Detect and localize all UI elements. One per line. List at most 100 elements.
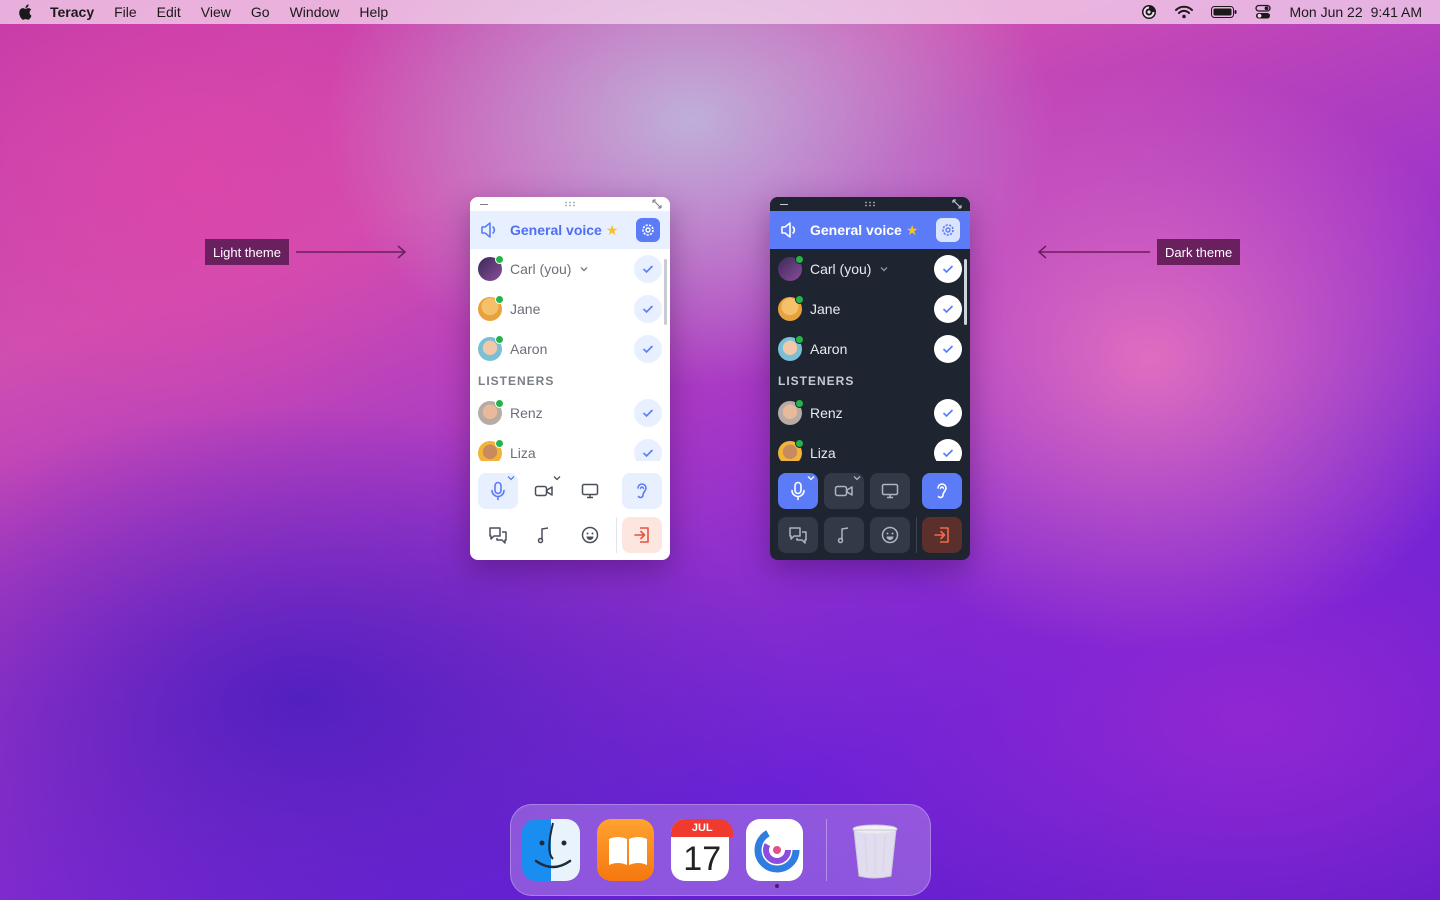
drag-handle-icon[interactable] bbox=[564, 201, 576, 207]
star-icon[interactable]: ★ bbox=[606, 222, 619, 239]
dark-theme-label: Dark theme bbox=[1157, 239, 1241, 265]
chevron-down-icon[interactable] bbox=[807, 475, 815, 481]
participant-list[interactable]: Carl (you) Jane Aaron LISTENERS Renz Liz… bbox=[470, 249, 670, 461]
apple-menu-icon[interactable] bbox=[18, 4, 32, 20]
chevron-down-icon[interactable] bbox=[579, 264, 589, 274]
participant-row[interactable]: Carl (you) bbox=[770, 249, 970, 289]
online-indicator bbox=[795, 255, 804, 264]
chat-button[interactable] bbox=[778, 517, 818, 553]
chevron-down-icon[interactable] bbox=[507, 475, 515, 481]
trash-icon[interactable] bbox=[844, 819, 902, 881]
expand-icon[interactable] bbox=[952, 199, 962, 209]
participant-row[interactable]: Carl (you) bbox=[470, 249, 670, 289]
menu-time: 9:41 AM bbox=[1370, 4, 1422, 20]
check-icon[interactable] bbox=[634, 335, 662, 363]
teracy-app-icon[interactable] bbox=[745, 819, 804, 888]
participant-list[interactable]: Carl (you) Jane Aaron LISTENERS Renz Liz… bbox=[770, 249, 970, 461]
channel-name: General voice bbox=[810, 222, 902, 238]
music-button[interactable] bbox=[524, 517, 564, 553]
channel-header[interactable]: General voice ★ bbox=[770, 211, 970, 249]
camera-button[interactable] bbox=[824, 473, 864, 509]
menu-window[interactable]: Window bbox=[290, 4, 340, 20]
dock: JUL 17 bbox=[510, 804, 931, 896]
widget-titlebar[interactable] bbox=[770, 197, 970, 211]
chat-icon bbox=[789, 527, 807, 544]
emoji-button[interactable] bbox=[870, 517, 910, 553]
participant-row[interactable]: Aaron bbox=[470, 329, 670, 369]
calendar-icon[interactable]: JUL 17 bbox=[671, 819, 734, 881]
menu-go[interactable]: Go bbox=[251, 4, 270, 20]
emoji-button[interactable] bbox=[570, 517, 610, 553]
arrow-right-icon bbox=[296, 245, 407, 259]
listen-button[interactable] bbox=[622, 473, 662, 509]
calendar-day: 17 bbox=[683, 840, 722, 878]
screen-share-button[interactable] bbox=[570, 473, 610, 509]
menu-clock[interactable]: Mon Jun 22 9:41 AM bbox=[1289, 4, 1422, 20]
avatar bbox=[478, 335, 504, 361]
online-indicator bbox=[495, 399, 504, 408]
microphone-button[interactable] bbox=[478, 473, 518, 509]
avatar bbox=[778, 335, 804, 361]
participant-name: Aaron bbox=[810, 341, 848, 357]
books-icon[interactable] bbox=[596, 819, 655, 881]
check-icon[interactable] bbox=[634, 255, 662, 283]
avatar bbox=[478, 399, 504, 425]
finder-icon[interactable] bbox=[522, 819, 580, 881]
drag-handle-icon[interactable] bbox=[864, 201, 876, 207]
calendar-month: JUL bbox=[671, 819, 734, 837]
expand-icon[interactable] bbox=[652, 199, 662, 209]
chevron-down-icon[interactable] bbox=[853, 475, 861, 481]
wifi-icon[interactable] bbox=[1175, 5, 1194, 19]
listen-button[interactable] bbox=[922, 473, 962, 509]
teracy-status-icon[interactable] bbox=[1141, 4, 1157, 20]
video-camera-icon bbox=[534, 485, 553, 497]
avatar bbox=[778, 295, 804, 321]
battery-icon[interactable] bbox=[1211, 6, 1237, 18]
check-icon[interactable] bbox=[934, 255, 962, 283]
menu-app-name[interactable]: Teracy bbox=[50, 4, 94, 20]
channel-header[interactable]: General voice ★ bbox=[470, 211, 670, 249]
chat-button[interactable] bbox=[478, 517, 518, 553]
monitor-icon bbox=[581, 483, 599, 499]
check-icon[interactable] bbox=[934, 335, 962, 363]
dock-separator bbox=[826, 819, 828, 881]
leave-button[interactable] bbox=[922, 517, 962, 553]
minimize-icon[interactable] bbox=[480, 204, 488, 205]
gear-icon bbox=[642, 224, 654, 236]
check-icon[interactable] bbox=[934, 295, 962, 323]
menu-file[interactable]: File bbox=[114, 4, 137, 20]
listener-row[interactable]: Renz bbox=[470, 393, 670, 433]
leave-icon bbox=[934, 527, 949, 543]
listener-row[interactable]: Liza bbox=[470, 433, 670, 461]
chevron-down-icon[interactable] bbox=[879, 264, 889, 274]
menu-date: Mon Jun 22 bbox=[1289, 4, 1363, 20]
leave-button[interactable] bbox=[622, 517, 662, 553]
settings-button[interactable] bbox=[636, 218, 660, 242]
listeners-heading: LISTENERS bbox=[478, 374, 555, 388]
microphone-button[interactable] bbox=[778, 473, 818, 509]
minimize-icon[interactable] bbox=[780, 204, 788, 205]
menu-help[interactable]: Help bbox=[359, 4, 388, 20]
listener-row[interactable]: Liza bbox=[770, 433, 970, 461]
chevron-down-icon[interactable] bbox=[553, 475, 561, 481]
control-center-icon[interactable] bbox=[1255, 4, 1272, 20]
check-icon[interactable] bbox=[634, 399, 662, 427]
widget-titlebar[interactable] bbox=[470, 197, 670, 211]
check-icon[interactable] bbox=[634, 295, 662, 323]
camera-button[interactable] bbox=[524, 473, 564, 509]
screen-share-button[interactable] bbox=[870, 473, 910, 509]
star-icon[interactable]: ★ bbox=[906, 222, 919, 239]
participant-row[interactable]: Jane bbox=[770, 289, 970, 329]
check-icon[interactable] bbox=[634, 439, 662, 461]
menu-view[interactable]: View bbox=[201, 4, 231, 20]
music-button[interactable] bbox=[824, 517, 864, 553]
running-indicator bbox=[774, 884, 779, 888]
menu-edit[interactable]: Edit bbox=[157, 4, 181, 20]
channel-name: General voice bbox=[510, 222, 602, 238]
listener-row[interactable]: Renz bbox=[770, 393, 970, 433]
check-icon[interactable] bbox=[934, 439, 962, 461]
check-icon[interactable] bbox=[934, 399, 962, 427]
settings-button[interactable] bbox=[936, 218, 960, 242]
participant-row[interactable]: Jane bbox=[470, 289, 670, 329]
participant-row[interactable]: Aaron bbox=[770, 329, 970, 369]
